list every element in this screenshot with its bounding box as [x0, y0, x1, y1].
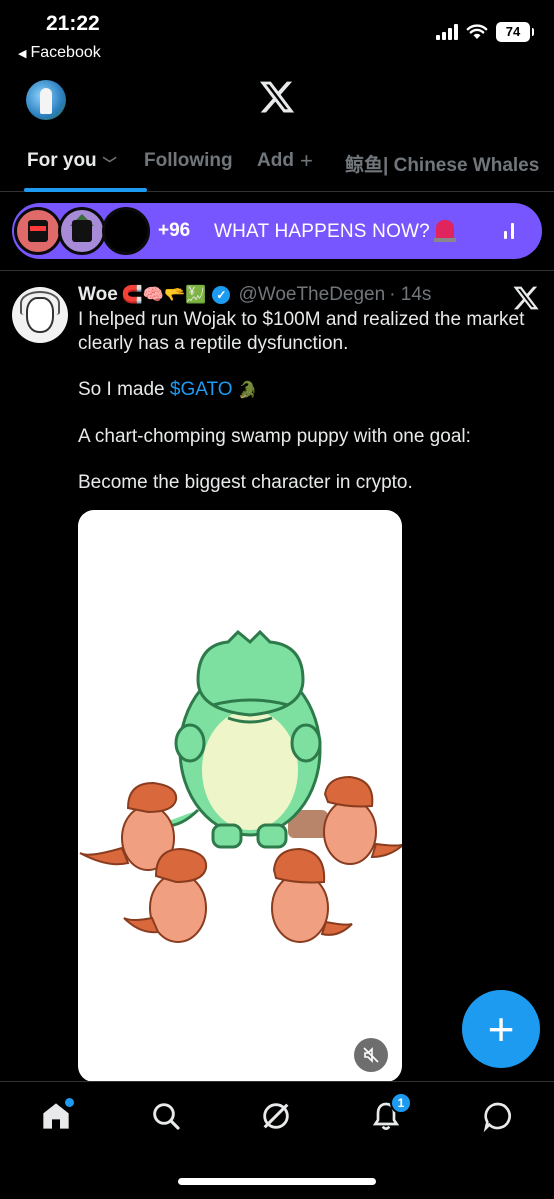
nav-messages[interactable] — [480, 1098, 516, 1134]
author-name[interactable]: Woe — [78, 284, 118, 306]
verified-badge-icon: ✓ — [212, 286, 231, 304]
author-handle[interactable]: @WoeTheDegen — [238, 284, 385, 306]
notification-count-badge: 1 — [390, 1092, 412, 1114]
orange-gato-4 — [271, 847, 353, 943]
timeline-tabs: For you ﹀ Following Add + 鲸鱼| Chinese Wh… — [0, 140, 554, 192]
listener-count: +96 — [158, 220, 191, 241]
post-text: I helped run Wojak to $100M and realized… — [78, 308, 538, 517]
post-header: Woe 🧲🧠🫳💹 ✓ @WoeTheDegen · 14s — [78, 284, 431, 306]
chevron-down-icon: ﹀ — [102, 156, 117, 172]
home-indicator — [178, 1178, 376, 1185]
speaker-muted-icon — [363, 1047, 379, 1063]
nav-notifications[interactable]: 1 — [368, 1092, 412, 1134]
space-title: WHAT HAPPENS NOW? — [214, 219, 456, 243]
grok-icon — [263, 1103, 289, 1129]
live-space-banner[interactable]: +96 WHAT HAPPENS NOW? — [12, 203, 542, 259]
system-icons: 74 — [436, 22, 534, 42]
x-logo-icon — [259, 81, 295, 113]
tab-label: Add — [257, 150, 294, 171]
avatar-figure — [40, 88, 52, 114]
participant-avatar — [14, 207, 62, 255]
audio-wave-icon — [504, 223, 514, 239]
plus-icon: + — [299, 148, 313, 173]
crocodile-emoji: 🐊 — [237, 382, 258, 399]
gato-character-illustration — [79, 629, 402, 943]
green-gato-figure — [157, 629, 322, 849]
divider — [0, 270, 554, 271]
orange-gato-2 — [323, 775, 402, 865]
siren-icon — [433, 219, 456, 242]
message-bubble-icon — [483, 1102, 511, 1132]
tab-label: For you — [27, 150, 97, 171]
search-icon — [153, 1103, 180, 1130]
post-paragraph: A chart-chomping swamp puppy with one go… — [78, 426, 471, 447]
clock: 21:22 — [46, 12, 100, 35]
nav-home[interactable] — [38, 1098, 74, 1134]
post-media-video[interactable] — [78, 510, 402, 1082]
unread-dot — [65, 1098, 74, 1107]
author-avatar[interactable] — [12, 287, 68, 343]
tab-label: 鲸鱼| Chinese Whales — [345, 155, 540, 176]
space-participants — [12, 203, 152, 259]
compose-post-button[interactable]: + — [462, 990, 540, 1068]
profile-avatar[interactable] — [26, 80, 66, 120]
post-paragraph: So I made $GATO 🐊 — [78, 378, 538, 403]
battery-indicator: 74 — [496, 22, 534, 42]
participant-avatar — [58, 207, 106, 255]
wifi-icon — [466, 24, 488, 39]
nav-search[interactable] — [148, 1098, 184, 1134]
cashtag-link[interactable]: $GATO — [170, 379, 233, 400]
status-bar: 21:22 ◀ Facebook 74 — [0, 0, 554, 70]
tab-chinese-whales[interactable]: 鲸鱼| Chinese Whales — [345, 140, 539, 192]
post-timestamp[interactable]: · 14s — [389, 284, 431, 306]
post-paragraph: Become the biggest character in crypto. — [78, 472, 413, 493]
mute-button[interactable] — [354, 1038, 388, 1072]
nav-grok[interactable] — [258, 1098, 294, 1134]
tab-for-you[interactable]: For you ﹀ — [24, 140, 147, 192]
post-paragraph: I helped run Wojak to $100M and realized… — [78, 309, 525, 354]
back-app-label: Facebook — [30, 44, 101, 61]
back-arrow-icon: ◀ — [18, 47, 27, 60]
author-emojis: 🧲🧠🫳💹 — [121, 285, 207, 304]
participant-avatar — [102, 207, 150, 255]
cellular-signal-icon — [436, 24, 458, 40]
tab-following[interactable]: Following — [144, 140, 257, 192]
tab-add[interactable]: Add + — [257, 140, 345, 192]
tab-label: Following — [144, 150, 233, 171]
back-to-app-link[interactable]: ◀ Facebook — [18, 44, 101, 62]
